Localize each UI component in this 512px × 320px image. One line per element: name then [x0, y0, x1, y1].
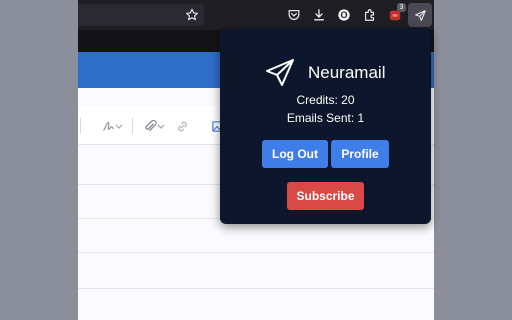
chevron-down-icon[interactable] [114, 117, 124, 135]
paper-plane-icon [414, 9, 426, 21]
message-row-divider [78, 288, 434, 289]
message-row-divider [78, 252, 434, 253]
extension-o-label: O [340, 10, 348, 20]
brand-header: Neuramail [264, 58, 394, 88]
extension-badge-icon[interactable]: 3 [387, 3, 406, 23]
toolbar-divider [132, 118, 133, 134]
pocket-icon[interactable] [286, 7, 302, 23]
logout-button[interactable]: Log Out [262, 140, 328, 168]
extension-o-icon[interactable]: O [336, 7, 352, 23]
download-icon[interactable] [311, 7, 327, 23]
neuramail-extension-button[interactable] [408, 3, 432, 27]
emails-sent-text: Emails Sent: 1 [286, 111, 365, 125]
credits-text: Credits: 20 [296, 93, 355, 107]
app-name: Neuramail [308, 63, 386, 82]
extension-badge-count: 3 [397, 3, 406, 12]
browser-toolbar: O 3 [78, 0, 434, 30]
link-icon[interactable] [173, 117, 191, 135]
paper-plane-icon [264, 58, 296, 88]
subscribe-button[interactable]: Subscribe [287, 182, 364, 210]
toolbar-divider [80, 118, 81, 134]
chevron-down-icon[interactable] [156, 117, 166, 135]
profile-button[interactable]: Profile [331, 140, 389, 168]
puzzle-icon[interactable] [362, 7, 378, 23]
star-icon[interactable] [184, 7, 200, 23]
neuramail-popup: Neuramail Credits: 20 Emails Sent: 1 Log… [220, 28, 431, 224]
